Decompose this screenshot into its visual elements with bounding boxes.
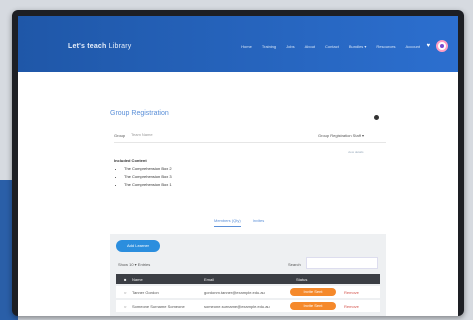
row-email: gordonm.tanner@example.edu.au: [204, 290, 265, 295]
nav-jobs[interactable]: Jobs: [286, 44, 294, 49]
group-select[interactable]: Group Registration Staff ▾: [318, 133, 364, 138]
table-header: ■ Name Email Status: [116, 274, 380, 284]
nav-training[interactable]: Training: [262, 44, 276, 49]
nav-home[interactable]: Home: [241, 44, 252, 49]
tab-members[interactable]: Members (Qty): [214, 218, 241, 227]
row-email: someone.surname@example.edu.au: [204, 304, 270, 309]
site-logo[interactable]: Let's teach Library: [68, 43, 131, 50]
heart-icon[interactable]: ♥: [426, 43, 430, 49]
browser-screen: Let's teach Library Home Training Jobs A…: [18, 16, 458, 316]
add-learner-button[interactable]: Add Learner: [116, 240, 160, 252]
members-panel: Add Learner Show 10 ▾ Entries Search ■ N…: [110, 234, 386, 316]
nav-contact[interactable]: Contact: [325, 44, 339, 49]
table-row: ○ Someone Surname Someone someone.surnam…: [116, 300, 380, 312]
row-name: Tanner Gordon: [132, 290, 159, 295]
top-navigation-bar: Let's teach Library Home Training Jobs A…: [18, 16, 458, 72]
divider: [114, 142, 386, 143]
list-item: The Comprehension Box 2: [124, 165, 172, 173]
nav-resources[interactable]: Resources: [376, 44, 395, 49]
row-checkbox[interactable]: ○: [124, 290, 126, 295]
search-label: Search: [288, 262, 301, 267]
nav-about[interactable]: About: [305, 44, 315, 49]
list-item: The Comprehension Box 1: [124, 181, 172, 189]
included-content-list: The Comprehension Box 2 The Comprehensio…: [118, 165, 172, 189]
logo-light-text: Library: [106, 43, 132, 50]
status-badge: Invite Sent: [290, 302, 336, 310]
included-content-title: Included Content: [114, 158, 147, 163]
status-badge: Invite Sent: [290, 288, 336, 296]
column-name[interactable]: Name: [132, 277, 143, 282]
remove-link[interactable]: Remove: [344, 304, 359, 309]
group-name-input[interactable]: Team Name: [131, 132, 291, 139]
view-details-link[interactable]: view details: [348, 150, 364, 154]
row-name: Someone Surname Someone: [132, 304, 185, 309]
list-item: The Comprehension Box 3: [124, 173, 172, 181]
remove-link[interactable]: Remove: [344, 290, 359, 295]
help-icon[interactable]: [374, 115, 379, 120]
tab-bar: Members (Qty) Invites: [214, 218, 264, 227]
device-frame: Let's teach Library Home Training Jobs A…: [12, 10, 464, 316]
table-row: ○ Tanner Gordon gordonm.tanner@example.e…: [116, 286, 380, 298]
row-checkbox[interactable]: ○: [124, 304, 126, 309]
nav-account[interactable]: Account: [406, 44, 420, 49]
user-avatar[interactable]: [436, 40, 448, 52]
page-content: Group Registration Group Team Name Group…: [18, 72, 458, 316]
group-label: Group: [114, 133, 126, 138]
logo-bold-text: Let's teach: [68, 43, 107, 50]
column-email[interactable]: Email: [204, 277, 214, 282]
search-input[interactable]: [306, 257, 378, 269]
nav-bundles[interactable]: Bundles ▾: [349, 44, 367, 49]
main-nav: Home Training Jobs About Contact Bundles…: [241, 44, 420, 49]
page-title: Group Registration: [110, 110, 169, 117]
sort-icon[interactable]: ■: [124, 277, 126, 282]
column-status[interactable]: Status: [296, 277, 307, 282]
tab-invites[interactable]: Invites: [253, 218, 265, 227]
entries-select[interactable]: Show 10 ▾ Entries: [118, 262, 150, 267]
